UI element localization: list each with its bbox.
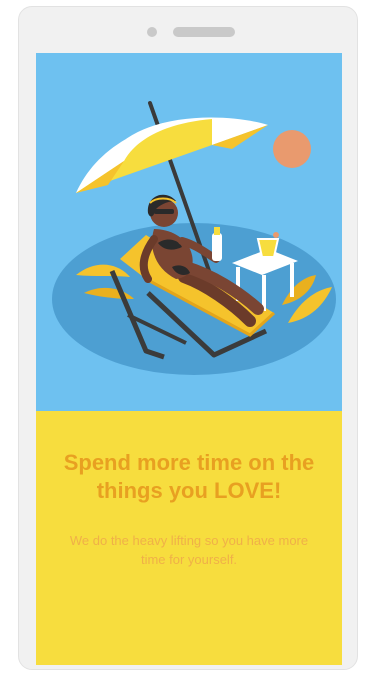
sun-icon <box>273 130 311 168</box>
speaker-bar <box>173 27 235 37</box>
screen: Spend more time on the things you LOVE! … <box>36 53 342 665</box>
camera-dot <box>147 27 157 37</box>
glass-icon <box>256 238 280 258</box>
beach-scene-illustration <box>52 101 336 375</box>
hero-illustration <box>36 53 342 411</box>
phone-frame: Spend more time on the things you LOVE! … <box>18 6 358 670</box>
subtext: We do the heavy lifting so you have more… <box>69 533 309 567</box>
bottle-icon <box>212 233 222 261</box>
phone-top-bezel <box>19 7 357 53</box>
headline: Spend more time on the things you LOVE! <box>63 450 315 503</box>
umbrella-icon <box>76 117 268 193</box>
content-panel: Spend more time on the things you LOVE! … <box>36 411 342 665</box>
